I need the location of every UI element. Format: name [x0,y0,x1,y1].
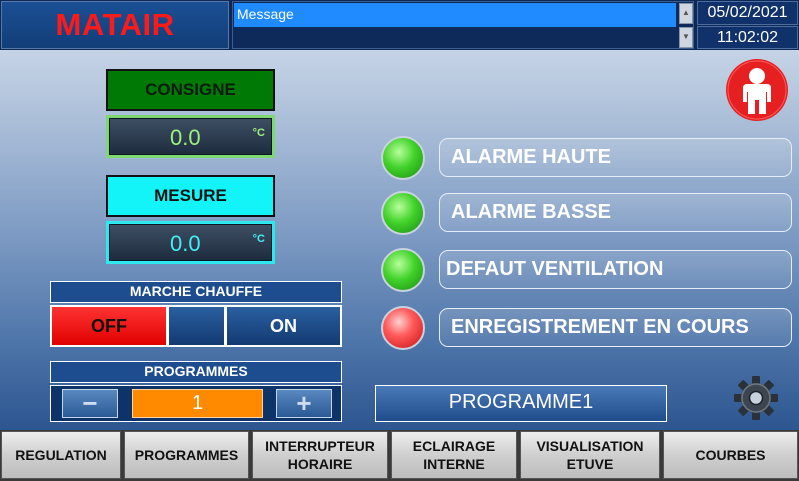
nav-regulation-label: REGULATION [15,447,107,463]
scroll-up-button[interactable]: ▲ [679,3,693,24]
nav-eclairage-line2: INTERNE [423,456,485,472]
program-number-field[interactable]: 1 [132,389,263,418]
nav-interrupteur-line2: HORAIRE [287,456,353,472]
programmes-title: PROGRAMMES [50,361,342,383]
enregistrement-led [381,306,425,350]
nav-visualisation-line1: VISUALISATION [536,438,644,454]
on-button[interactable]: ON [227,307,340,345]
user-icon[interactable] [725,58,789,122]
mesure-display-frame: 0.0 °C [106,221,275,264]
gear-icon[interactable] [731,373,781,423]
alarm-haute-label: ALARME HAUTE [439,138,792,177]
increment-button[interactable]: + [276,389,332,418]
decrement-button[interactable]: − [62,389,118,418]
alarm-basse-led [381,191,425,235]
bottom-navigation: REGULATION PROGRAMMES INTERRUPTEUR HORAI… [0,430,799,481]
alarm-haute-led [381,136,425,180]
hmi-screen: MATAIR Message ▲ ▼ 05/02/2021 11:02:02 C… [0,0,799,481]
nav-programmes-label: PROGRAMMES [134,447,239,463]
nav-eclairage-interne[interactable]: ECLAIRAGE INTERNE [391,431,517,479]
mesure-value: 0.0 [170,231,201,256]
consigne-value: 0.0 [170,125,201,150]
message-item[interactable]: Message [234,3,676,27]
brand-name: MATAIR [55,7,175,42]
alarm-basse-label: ALARME BASSE [439,193,792,232]
marche-chauffe-title: MARCHE CHAUFFE [50,281,342,303]
date-display: 05/02/2021 [697,1,798,25]
enregistrement-label: ENREGISTREMENT EN COURS [439,308,792,347]
programmes-stepper: − 1 + [50,385,342,422]
defaut-ventilation-led [381,248,425,292]
marche-chauffe-switch: OFF ON [50,305,342,347]
nav-courbes[interactable]: COURBES [663,431,798,479]
brand-logo: MATAIR [1,1,229,49]
nav-visualisation-line2: ETUVE [566,456,614,472]
header-bar: MATAIR Message ▲ ▼ 05/02/2021 11:02:02 [0,0,799,50]
nav-regulation[interactable]: REGULATION [1,431,121,479]
mesure-display: 0.0 °C [109,224,272,261]
message-list[interactable]: Message ▲ ▼ [232,1,694,49]
nav-courbes-label: COURBES [695,447,766,463]
mesure-unit: °C [252,233,265,245]
consigne-unit: °C [252,127,265,139]
time-display: 11:02:02 [697,26,798,49]
scroll-down-button[interactable]: ▼ [679,27,693,48]
defaut-ventilation-label: DEFAUT VENTILATION [439,250,792,289]
nav-interrupteur-line1: INTERRUPTEUR [265,438,375,454]
program-name-button[interactable]: PROGRAMME1 [375,385,667,422]
mesure-label: MESURE [106,175,275,217]
off-button[interactable]: OFF [52,307,166,345]
consigne-label: CONSIGNE [106,69,275,111]
nav-interrupteur-horaire[interactable]: INTERRUPTEUR HORAIRE [252,431,388,479]
nav-visualisation-etuve[interactable]: VISUALISATION ETUVE [520,431,660,479]
consigne-display: 0.0 °C [109,118,272,155]
nav-programmes[interactable]: PROGRAMMES [124,431,249,479]
switch-indicator [169,307,224,345]
consigne-input[interactable]: 0.0 °C [106,115,275,158]
nav-eclairage-line1: ECLAIRAGE [412,438,496,454]
